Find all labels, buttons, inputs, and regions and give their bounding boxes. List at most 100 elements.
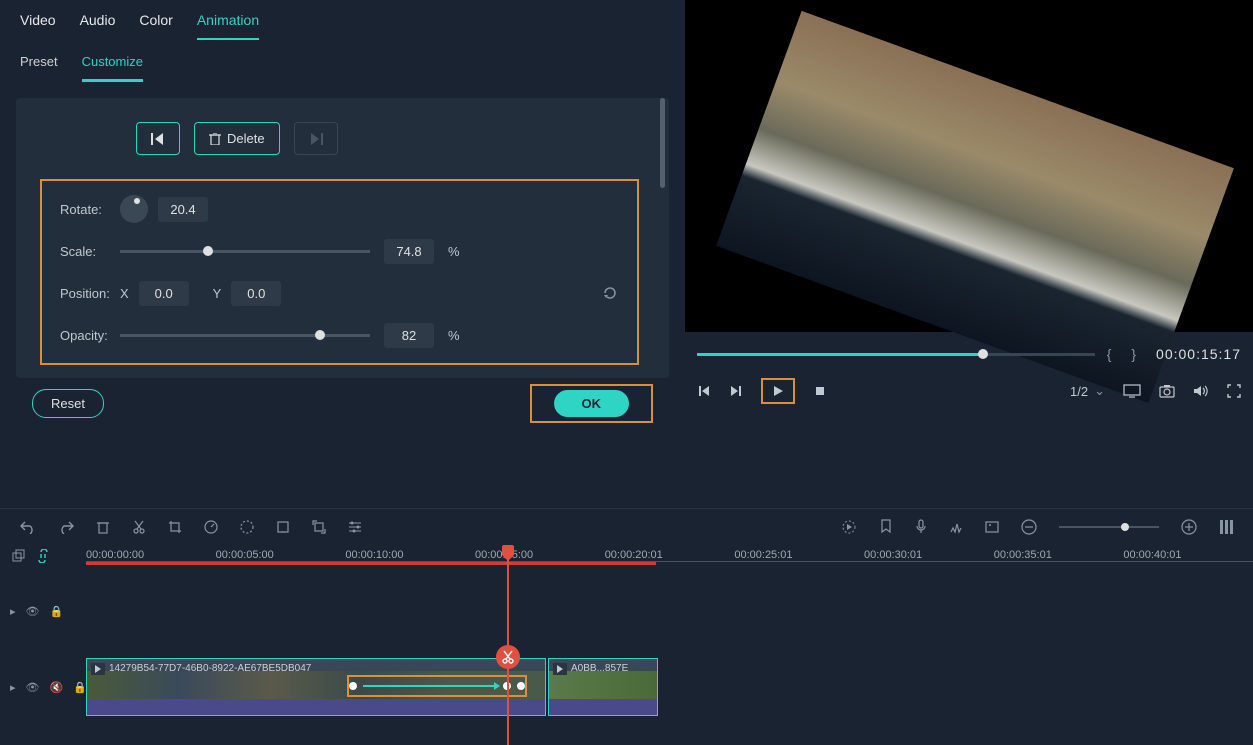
ruler-tick: 00:00:35:01 bbox=[994, 549, 1124, 561]
delete-label: Delete bbox=[227, 131, 265, 146]
track-visibility-icon[interactable]: 👁 bbox=[26, 681, 40, 694]
rotate-label: Rotate: bbox=[60, 202, 120, 217]
picture-icon[interactable] bbox=[985, 520, 999, 534]
subtab-preset[interactable]: Preset bbox=[20, 54, 58, 82]
keyframe-braces: { } bbox=[1107, 346, 1144, 362]
playhead[interactable] bbox=[507, 545, 509, 745]
snapshot-icon[interactable] bbox=[1159, 384, 1175, 398]
subtab-customize[interactable]: Customize bbox=[82, 54, 143, 82]
step-forward-icon[interactable] bbox=[729, 384, 743, 398]
ruler-tick: 00:00:25:01 bbox=[734, 549, 864, 561]
clip-play-icon bbox=[553, 663, 567, 675]
greenscreen-icon[interactable] bbox=[276, 520, 290, 534]
ok-button[interactable]: OK bbox=[554, 390, 630, 417]
play-icon[interactable] bbox=[771, 384, 785, 398]
zoom-fit-icon[interactable] bbox=[1219, 519, 1233, 535]
preview-image[interactable] bbox=[716, 11, 1234, 403]
clip-play-icon bbox=[91, 663, 105, 675]
delete-button[interactable]: Delete bbox=[194, 122, 280, 155]
ok-highlight: OK bbox=[530, 384, 654, 423]
scrollbar-thumb[interactable] bbox=[660, 98, 665, 188]
zoom-in-icon[interactable] bbox=[1181, 519, 1197, 535]
track-mute-icon[interactable]: 🔇 bbox=[50, 681, 64, 694]
properties-panel: Delete Rotate: 20.4 Scale: 74.8 bbox=[0, 82, 685, 462]
trash-icon[interactable] bbox=[96, 520, 110, 534]
mic-icon[interactable] bbox=[915, 519, 927, 535]
ruler-tick: 00:00:05:00 bbox=[216, 549, 346, 561]
video-clip-1[interactable]: 14279B54-77D7-46B0-8922-AE67BE5DB047 bbox=[86, 658, 546, 716]
fullscreen-icon[interactable] bbox=[1227, 384, 1241, 398]
clip-label: A0BB...857E bbox=[571, 663, 628, 674]
track-lock-icon[interactable]: 🔒 bbox=[73, 681, 87, 694]
keyframe-track[interactable] bbox=[347, 675, 527, 697]
stop-icon[interactable] bbox=[813, 384, 827, 398]
opacity-label: Opacity: bbox=[60, 328, 120, 343]
ruler-tick: 00:00:00:00 bbox=[86, 549, 216, 561]
scissors-icon[interactable] bbox=[496, 645, 520, 669]
keyframe-dot[interactable] bbox=[349, 682, 357, 690]
transform-properties: Rotate: 20.4 Scale: 74.8 % Position: X 0… bbox=[40, 179, 639, 365]
opacity-unit: % bbox=[448, 328, 460, 343]
opacity-slider[interactable] bbox=[120, 334, 370, 337]
ruler-tick: 00:00:15:00 bbox=[475, 549, 605, 561]
scale-label: Scale: bbox=[60, 244, 120, 259]
colorwheel-icon[interactable] bbox=[240, 520, 254, 534]
redo-icon[interactable] bbox=[58, 520, 74, 534]
undo-icon[interactable] bbox=[20, 520, 36, 534]
track-visibility-icon[interactable]: 👁 bbox=[26, 605, 40, 618]
prev-keyframe-button[interactable] bbox=[136, 122, 180, 155]
timeline: 00:00:00:00 00:00:05:00 00:00:10:00 00:0… bbox=[0, 545, 1253, 745]
reset-button[interactable]: Reset bbox=[32, 389, 104, 418]
time-ruler[interactable]: 00:00:00:00 00:00:05:00 00:00:10:00 00:0… bbox=[86, 545, 1253, 561]
speed-value: 1/2 bbox=[1070, 384, 1088, 399]
preview-panel: { } 00:00:15:17 bbox=[685, 0, 1253, 332]
ruler-tick: 00:00:20:01 bbox=[605, 549, 735, 561]
opacity-value[interactable]: 82 bbox=[384, 323, 434, 348]
track-menu-icon[interactable]: ▸ bbox=[10, 681, 16, 694]
volume-icon[interactable] bbox=[1193, 384, 1209, 398]
speed-selector[interactable]: 1/2 ⌄ bbox=[1070, 383, 1105, 399]
keyframe-dot[interactable] bbox=[517, 682, 525, 690]
display-icon[interactable] bbox=[1123, 384, 1141, 398]
clip-label: 14279B54-77D7-46B0-8922-AE67BE5DB047 bbox=[109, 663, 311, 674]
pos-x-label: X bbox=[120, 286, 129, 301]
position-label: Position: bbox=[60, 286, 120, 301]
position-reset-icon[interactable] bbox=[601, 284, 619, 302]
track-lock-icon[interactable]: 🔒 bbox=[50, 605, 64, 618]
scale-value[interactable]: 74.8 bbox=[384, 239, 434, 264]
ruler-tick: 00:00:30:01 bbox=[864, 549, 994, 561]
scale-unit: % bbox=[448, 244, 460, 259]
link-icon[interactable] bbox=[36, 549, 50, 563]
tracks-add-icon[interactable] bbox=[12, 549, 26, 563]
next-keyframe-button bbox=[294, 122, 338, 155]
tab-animation[interactable]: Animation bbox=[197, 12, 259, 40]
pos-y-value[interactable]: 0.0 bbox=[231, 281, 281, 306]
crop-icon[interactable] bbox=[168, 520, 182, 534]
audio-mixer-icon[interactable] bbox=[949, 520, 963, 534]
track-menu-icon[interactable]: ▸ bbox=[10, 605, 16, 618]
tab-audio[interactable]: Audio bbox=[80, 12, 116, 40]
ruler-tick: 00:00:40:01 bbox=[1123, 549, 1253, 561]
scale-slider[interactable] bbox=[120, 250, 370, 253]
video-clip-2[interactable]: A0BB...857E bbox=[548, 658, 658, 716]
customize-box: Delete Rotate: 20.4 Scale: 74.8 bbox=[16, 98, 669, 378]
ruler-tick: 00:00:10:00 bbox=[345, 549, 475, 561]
rotate-value[interactable]: 20.4 bbox=[158, 197, 208, 222]
speed-icon[interactable] bbox=[204, 520, 218, 534]
render-icon[interactable] bbox=[841, 519, 857, 535]
preview-progress[interactable] bbox=[697, 353, 1095, 356]
step-back-icon[interactable] bbox=[697, 384, 711, 398]
tab-color[interactable]: Color bbox=[139, 12, 172, 40]
zoom-slider[interactable] bbox=[1059, 526, 1159, 528]
settings-icon[interactable] bbox=[348, 520, 362, 534]
preview-timecode: 00:00:15:17 bbox=[1156, 346, 1241, 362]
rotate-knob[interactable] bbox=[120, 195, 148, 223]
expand-icon[interactable] bbox=[312, 520, 326, 534]
chevron-down-icon: ⌄ bbox=[1094, 383, 1105, 399]
pos-x-value[interactable]: 0.0 bbox=[139, 281, 189, 306]
play-highlight bbox=[761, 378, 795, 404]
cut-icon[interactable] bbox=[132, 520, 146, 534]
marker-icon[interactable] bbox=[879, 519, 893, 535]
tab-video[interactable]: Video bbox=[20, 12, 56, 40]
zoom-out-icon[interactable] bbox=[1021, 519, 1037, 535]
